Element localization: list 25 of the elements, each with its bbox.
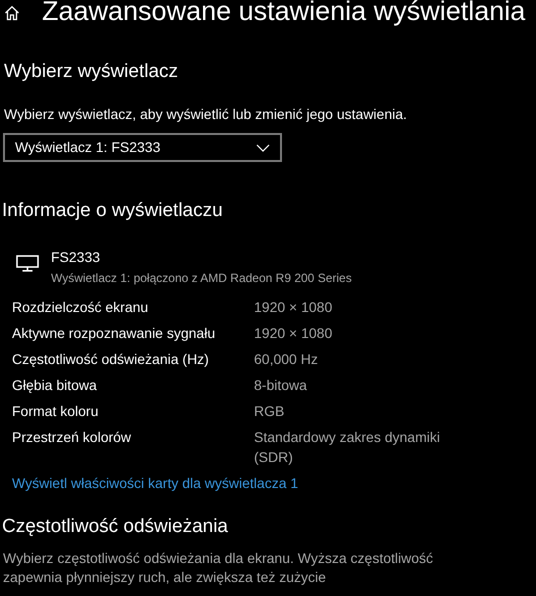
property-label: Częstotliwość odświeżania (Hz) — [12, 350, 210, 369]
property-label: Przestrzeń kolorów — [12, 428, 132, 447]
section-heading: Informacje o wyświetlaczu — [2, 199, 224, 223]
page-title: Zaawansowane ustawienia wyświetlania — [42, 0, 526, 24]
monitor-subtitle: Wyświetlacz 1: połączono z AMD Radeon R9 200 Series — [51, 270, 352, 287]
description-text: Wybierz częstotliwość odświeżania dla ekranu. Wyższa częstotliwość zapewnia płynniejszy ruch, ale zwiększa też zużycie — [3, 549, 434, 587]
property-value: 1920 × 1080 — [254, 324, 334, 343]
property-label: Głębia bitowa — [12, 376, 98, 395]
description-text: Wybierz wyświetlacz, aby wyświetlić lub zmienić jego ustawienia. — [4, 105, 408, 124]
property-label: Format koloru — [12, 402, 100, 421]
property-label: Rozdzielczość ekranu — [12, 298, 150, 317]
section-heading: Wybierz wyświetlacz — [4, 60, 180, 84]
section-heading: Częstotliwość odświeżania — [2, 515, 229, 539]
display-dropdown[interactable]: Wyświetlacz 1: FS2333 — [3, 133, 282, 162]
property-value: 60,000 Hz — [254, 350, 319, 369]
home-icon[interactable] — [4, 5, 20, 21]
property-value: Standardowy zakres dynamiki (SDR) — [254, 428, 441, 467]
property-label: Aktywne rozpoznawanie sygnału — [12, 324, 216, 343]
chevron-down-icon — [256, 144, 270, 152]
property-value: 8-bitowa — [254, 376, 308, 395]
adapter-properties-link[interactable]: Wyświetl właściwości karty dla wyświetlacza 1 — [12, 473, 298, 494]
property-value: RGB — [254, 402, 286, 421]
property-value: 1920 × 1080 — [254, 298, 334, 317]
monitor-name: FS2333 — [51, 248, 102, 267]
monitor-icon — [16, 255, 39, 272]
